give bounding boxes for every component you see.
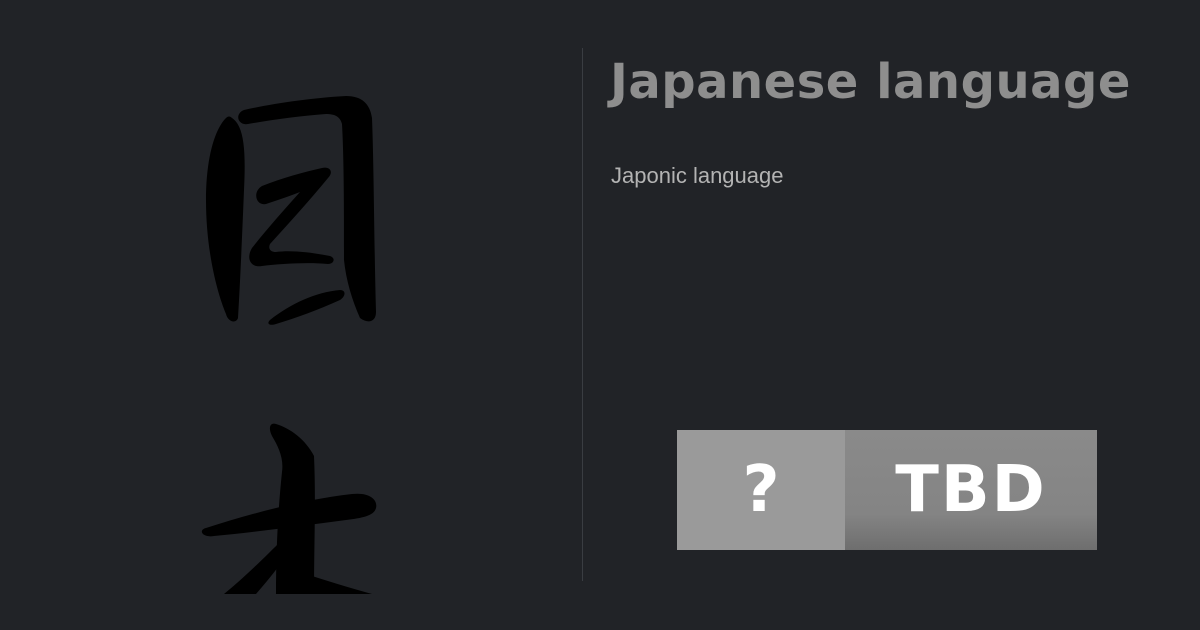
- kanji-nichi-icon: [206, 96, 376, 325]
- language-card: Japanese language Japonic language ? TBD: [0, 0, 1200, 630]
- kanji-glyph-icon: [201, 96, 377, 594]
- status-badge: ? TBD: [677, 430, 1097, 550]
- question-mark-label: ?: [742, 453, 780, 527]
- kanji-hon-icon: [201, 423, 377, 594]
- language-family-label: Japonic language: [611, 163, 784, 188]
- page-title: Japanese language: [610, 54, 1131, 110]
- badge-unknown-section: ?: [677, 430, 845, 550]
- vertical-divider: [582, 48, 583, 581]
- glyph-panel: [0, 0, 582, 630]
- badge-status-section: TBD: [845, 430, 1097, 550]
- tbd-label: TBD: [895, 453, 1047, 527]
